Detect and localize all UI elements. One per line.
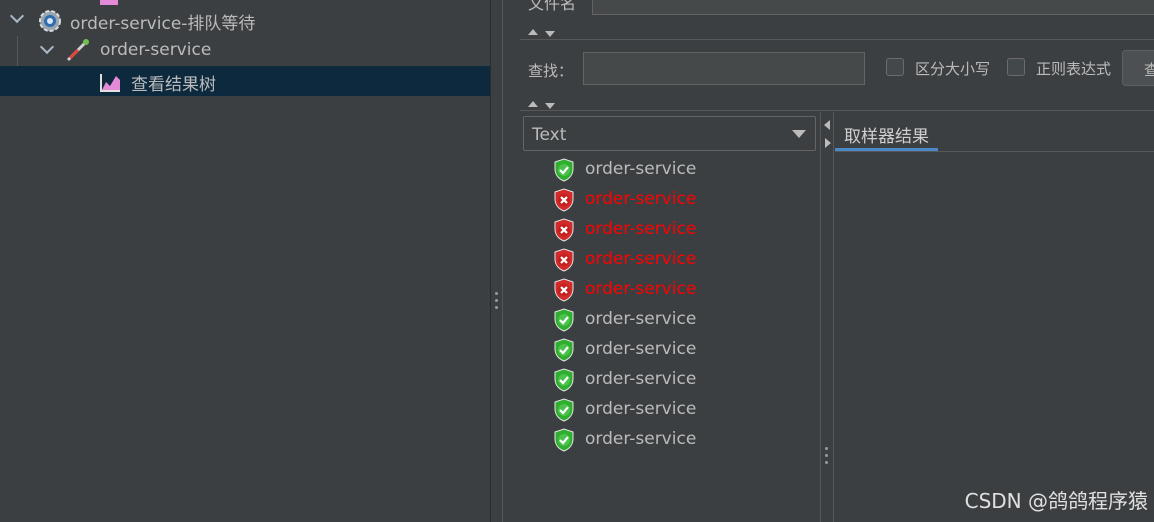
results-splitter[interactable] <box>820 112 834 522</box>
collapse-right-icon[interactable] <box>825 138 831 148</box>
case-sensitive-label: 区分大小写 <box>915 60 991 78</box>
chevron-down-icon <box>792 130 806 138</box>
test-plan-tree: order-service-排队等待 order-service 查看结果树 <box>0 0 490 522</box>
grip-dot <box>495 306 498 309</box>
result-item[interactable]: order-service <box>545 185 815 215</box>
result-item[interactable]: order-service <box>545 395 815 425</box>
filename-input[interactable] <box>592 0 1154 15</box>
result-item-label: order-service <box>585 219 697 239</box>
result-item[interactable]: order-service <box>545 215 815 245</box>
tab-sampler-result[interactable]: 取样器结果 <box>835 116 938 152</box>
divider <box>520 39 1154 40</box>
success-shield-icon <box>554 338 574 362</box>
regex-checkbox[interactable] <box>1007 58 1025 76</box>
divider <box>520 110 1154 111</box>
grip-dot <box>495 299 498 302</box>
tree-item-listener[interactable]: 查看结果树 <box>0 66 490 96</box>
listener-label: 查看结果树 <box>131 75 216 95</box>
collapse-down-icon[interactable] <box>545 31 555 37</box>
tab-sampler-result-label: 取样器结果 <box>844 127 929 147</box>
result-item[interactable]: order-service <box>545 275 815 305</box>
search-button[interactable]: 查 <box>1122 50 1154 86</box>
success-shield-icon <box>554 428 574 452</box>
tree-item-sampler[interactable]: order-service <box>0 36 490 66</box>
error-shield-icon <box>554 248 574 272</box>
result-item-label: order-service <box>585 429 697 449</box>
result-item[interactable]: order-service <box>545 425 815 455</box>
result-item-label: order-service <box>585 159 697 179</box>
result-detail-area <box>835 152 1154 522</box>
result-item[interactable]: order-service <box>545 305 815 335</box>
error-shield-icon <box>554 188 574 212</box>
result-item[interactable]: order-service <box>545 365 815 395</box>
success-shield-icon <box>554 158 574 182</box>
grip-dot <box>495 292 498 295</box>
grip-dot <box>825 461 828 464</box>
pipette-icon <box>66 39 89 62</box>
tree-item-thread-group[interactable]: order-service-排队等待 <box>0 5 490 35</box>
search-label: 查找： <box>528 62 574 80</box>
grip-dot <box>825 454 828 457</box>
result-item-label: order-service <box>585 399 697 419</box>
result-item-label: order-service <box>585 279 697 299</box>
result-item-label: order-service <box>585 189 697 209</box>
search-input[interactable] <box>583 52 865 85</box>
main-splitter[interactable] <box>490 0 503 522</box>
renderer-selected-value: Text <box>532 125 567 145</box>
result-item[interactable]: order-service <box>545 245 815 275</box>
result-item-label: order-service <box>585 309 697 329</box>
watermark: CSDN @鸽鸽程序猿 <box>964 489 1148 513</box>
case-sensitive-checkbox[interactable] <box>886 58 904 76</box>
chart-icon <box>100 74 120 92</box>
expand-up-icon[interactable] <box>528 29 538 35</box>
grip-dot <box>825 447 828 450</box>
chevron-down-icon[interactable] <box>9 8 25 24</box>
error-shield-icon <box>554 218 574 242</box>
result-item-label: order-service <box>585 339 697 359</box>
regex-label: 正则表达式 <box>1036 60 1112 78</box>
collapse-left-icon[interactable] <box>824 120 830 130</box>
result-item-label: order-service <box>585 369 697 389</box>
error-shield-icon <box>554 278 574 302</box>
result-item[interactable]: order-service <box>545 155 815 185</box>
thread-group-label: order-service-排队等待 <box>70 14 256 34</box>
result-item[interactable]: order-service <box>545 335 815 365</box>
chevron-down-icon[interactable] <box>39 39 55 55</box>
renderer-select[interactable]: Text <box>523 116 816 151</box>
success-shield-icon <box>554 398 574 422</box>
sampler-label: order-service <box>100 40 212 60</box>
result-item-label: order-service <box>585 249 697 269</box>
success-shield-icon <box>554 368 574 392</box>
expand-up-icon[interactable] <box>528 101 538 107</box>
collapse-down-icon[interactable] <box>545 103 555 109</box>
gear-icon <box>39 10 61 32</box>
search-button-label: 查 <box>1144 61 1154 79</box>
success-shield-icon <box>554 308 574 332</box>
filename-label: 文件名 <box>528 0 577 13</box>
